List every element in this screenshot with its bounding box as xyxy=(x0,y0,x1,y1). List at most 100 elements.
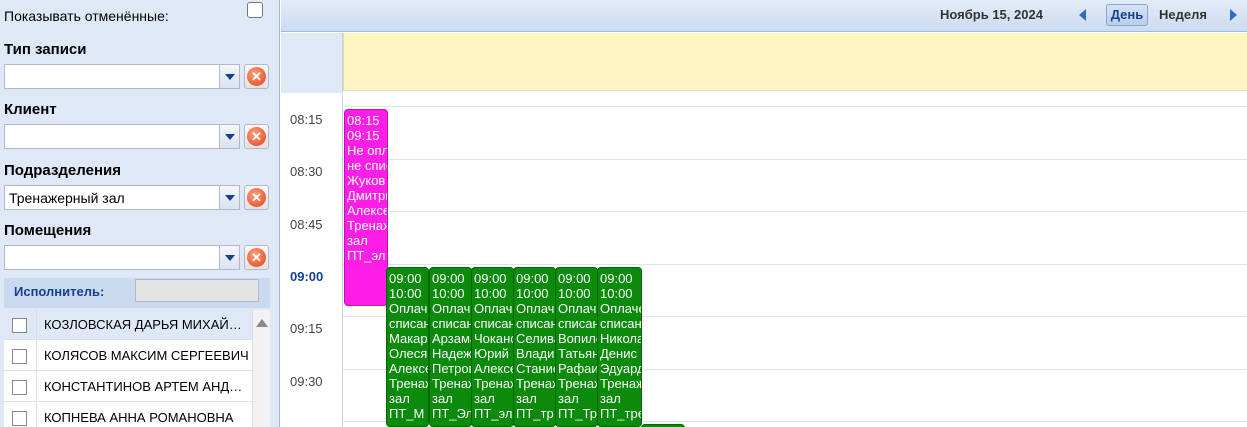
list-item[interactable]: КОПНЕВА АННА РОМАНОВНА xyxy=(4,403,252,427)
executor-checkbox[interactable] xyxy=(12,411,27,426)
event-text: зал xyxy=(432,391,453,406)
event-text: зал xyxy=(389,391,410,406)
event-text: зал xyxy=(600,391,621,406)
appointment-event[interactable]: 09:0010:00ОплаченосписаноВопиловаТатьяна… xyxy=(555,267,598,427)
appointment-event[interactable]: 09:0010:00ОплаченосписаноЧокановЮрийАлек… xyxy=(471,267,514,427)
event-text: Тренажерный xyxy=(600,376,641,391)
division-label: Подразделения xyxy=(4,162,121,179)
week-view-button[interactable]: Неделя xyxy=(1159,7,1207,22)
appointment-event[interactable]: 09:0010:00ОплаченосписаноНиколаевДенисЭд… xyxy=(597,267,642,427)
rooms-clear-button[interactable]: ✕ xyxy=(244,245,269,270)
event-text: 10:00 xyxy=(474,286,507,301)
event-text: Рафаиловна xyxy=(558,361,597,376)
appointment-event[interactable]: 09:0010:00ОплаченосписаноСеливановВладим… xyxy=(513,267,556,427)
division-clear-button[interactable]: ✕ xyxy=(244,185,269,210)
event-text: зал xyxy=(558,391,579,406)
chevron-down-icon[interactable] xyxy=(219,125,239,148)
day-grid[interactable]: 08:1509:15Не оплаченоне списаноЖуковДмит… xyxy=(343,94,1247,427)
allday-area[interactable] xyxy=(343,33,1247,91)
event-text: Петровна xyxy=(432,361,471,376)
event-text: 10:00 xyxy=(558,286,591,301)
list-item[interactable]: КОНСТАНТИНОВ АРТЕМ АНДРЕЕВИЧ xyxy=(4,372,252,402)
client-label: Клиент xyxy=(4,101,57,118)
event-text: ПТ_Эл xyxy=(432,406,471,421)
event-text: списано xyxy=(516,316,555,331)
executor-name: КОНСТАНТИНОВ АРТЕМ АНДРЕЕВИЧ xyxy=(44,379,249,394)
event-text: списано xyxy=(389,316,428,331)
event-text: Оплачено xyxy=(432,301,471,316)
executor-header: Исполнитель: xyxy=(4,278,270,308)
show-cancelled-checkbox[interactable] xyxy=(247,2,263,18)
executor-checkbox[interactable] xyxy=(12,380,27,395)
event-text: Тренажерный xyxy=(347,218,387,233)
event-text: Оплачено xyxy=(600,301,641,316)
event-text: 10:00 xyxy=(432,286,465,301)
day-view-button[interactable]: День xyxy=(1106,4,1148,26)
time-label: 09:30 xyxy=(290,374,323,389)
event-text: 09:00 xyxy=(600,271,633,286)
event-text: Юрий xyxy=(474,346,509,361)
executor-filter-input[interactable] xyxy=(135,279,259,302)
event-text: 09:00 xyxy=(389,271,422,286)
event-text: Селиванов xyxy=(516,331,555,346)
chevron-down-icon[interactable] xyxy=(219,186,239,209)
event-text: Алексеевна xyxy=(389,361,428,376)
event-text: Чоканов xyxy=(474,331,513,346)
clear-icon: ✕ xyxy=(247,188,266,207)
next-arrow-icon[interactable] xyxy=(1230,9,1237,21)
event-text: не списано xyxy=(347,158,387,173)
record-type-label: Тип записи xyxy=(4,41,87,58)
event-text: Оплачено xyxy=(389,301,428,316)
record-type-combo[interactable] xyxy=(4,64,240,89)
executor-checkbox[interactable] xyxy=(12,318,27,333)
event-text: зал xyxy=(347,233,368,248)
client-combo[interactable] xyxy=(4,124,240,149)
executor-checkbox[interactable] xyxy=(12,349,27,364)
time-label: 08:30 xyxy=(290,164,323,179)
division-value: Тренажерный зал xyxy=(9,190,125,206)
event-text: Тренажерный xyxy=(558,376,597,391)
event-text: Тренажерный xyxy=(389,376,428,391)
list-item[interactable]: КОЗЛОВСКАЯ ДАРЬЯ МИХАЙЛОВНА xyxy=(4,310,252,340)
record-type-clear-button[interactable]: ✕ xyxy=(244,64,269,89)
event-text: 09:00 xyxy=(558,271,591,286)
scroll-up-icon[interactable] xyxy=(256,319,268,327)
appointment-event[interactable]: 09:0010:00ОплаченосписаноАрзамасовНадежд… xyxy=(429,267,472,427)
event-text: Вопилова xyxy=(558,331,597,346)
time-label: 08:45 xyxy=(290,217,323,232)
chevron-down-icon[interactable] xyxy=(219,246,239,269)
division-combo[interactable]: Тренажерный зал xyxy=(4,185,240,210)
event-text: Олеся xyxy=(389,346,428,361)
event-text: списано xyxy=(558,316,597,331)
event-text: ПТ_тр xyxy=(516,406,554,421)
appointment-event[interactable]: 08:1509:15Не оплаченоне списаноЖуковДмит… xyxy=(344,109,388,306)
chevron-down-icon[interactable] xyxy=(219,65,239,88)
clear-icon: ✕ xyxy=(247,127,266,146)
event-text: ПТ_Тр xyxy=(558,406,597,421)
event-text: Алексеевич xyxy=(474,361,513,376)
event-text: Тренажерный xyxy=(474,376,513,391)
event-text: Оплачено xyxy=(558,301,597,316)
event-text: Станиславович xyxy=(516,361,555,376)
event-text: Алексеевич xyxy=(347,203,387,218)
executor-scrollbar[interactable] xyxy=(252,310,270,427)
executor-name: КОЛЯСОВ МАКСИМ СЕРГЕЕВИЧ xyxy=(44,348,249,363)
event-text: Тренажерный xyxy=(516,376,555,391)
executor-label: Исполнитель: xyxy=(14,284,105,299)
event-text: Надежда xyxy=(432,346,471,361)
event-text: Не оплачено xyxy=(347,143,387,158)
client-clear-button[interactable]: ✕ xyxy=(244,124,269,149)
allday-gutter xyxy=(281,33,343,93)
event-text: 08:15 xyxy=(347,113,380,128)
event-text: Оплачено xyxy=(516,301,555,316)
calendar: Ноябрь 15, 2024 День Неделя 08:15 08:30 … xyxy=(281,0,1247,427)
time-label: 09:15 xyxy=(290,321,323,336)
list-item[interactable]: КОЛЯСОВ МАКСИМ СЕРГЕЕВИЧ xyxy=(4,341,252,371)
clear-icon: ✕ xyxy=(247,248,266,267)
appointment-event[interactable]: 09:0010:00ОплаченосписаноМакаровОлесяАле… xyxy=(386,267,429,427)
rooms-combo[interactable] xyxy=(4,245,240,270)
calendar-toolbar: Ноябрь 15, 2024 День Неделя xyxy=(281,0,1247,32)
prev-arrow-icon[interactable] xyxy=(1079,9,1086,21)
event-text: 09:00 xyxy=(474,271,507,286)
event-text: Владимир xyxy=(516,346,555,361)
